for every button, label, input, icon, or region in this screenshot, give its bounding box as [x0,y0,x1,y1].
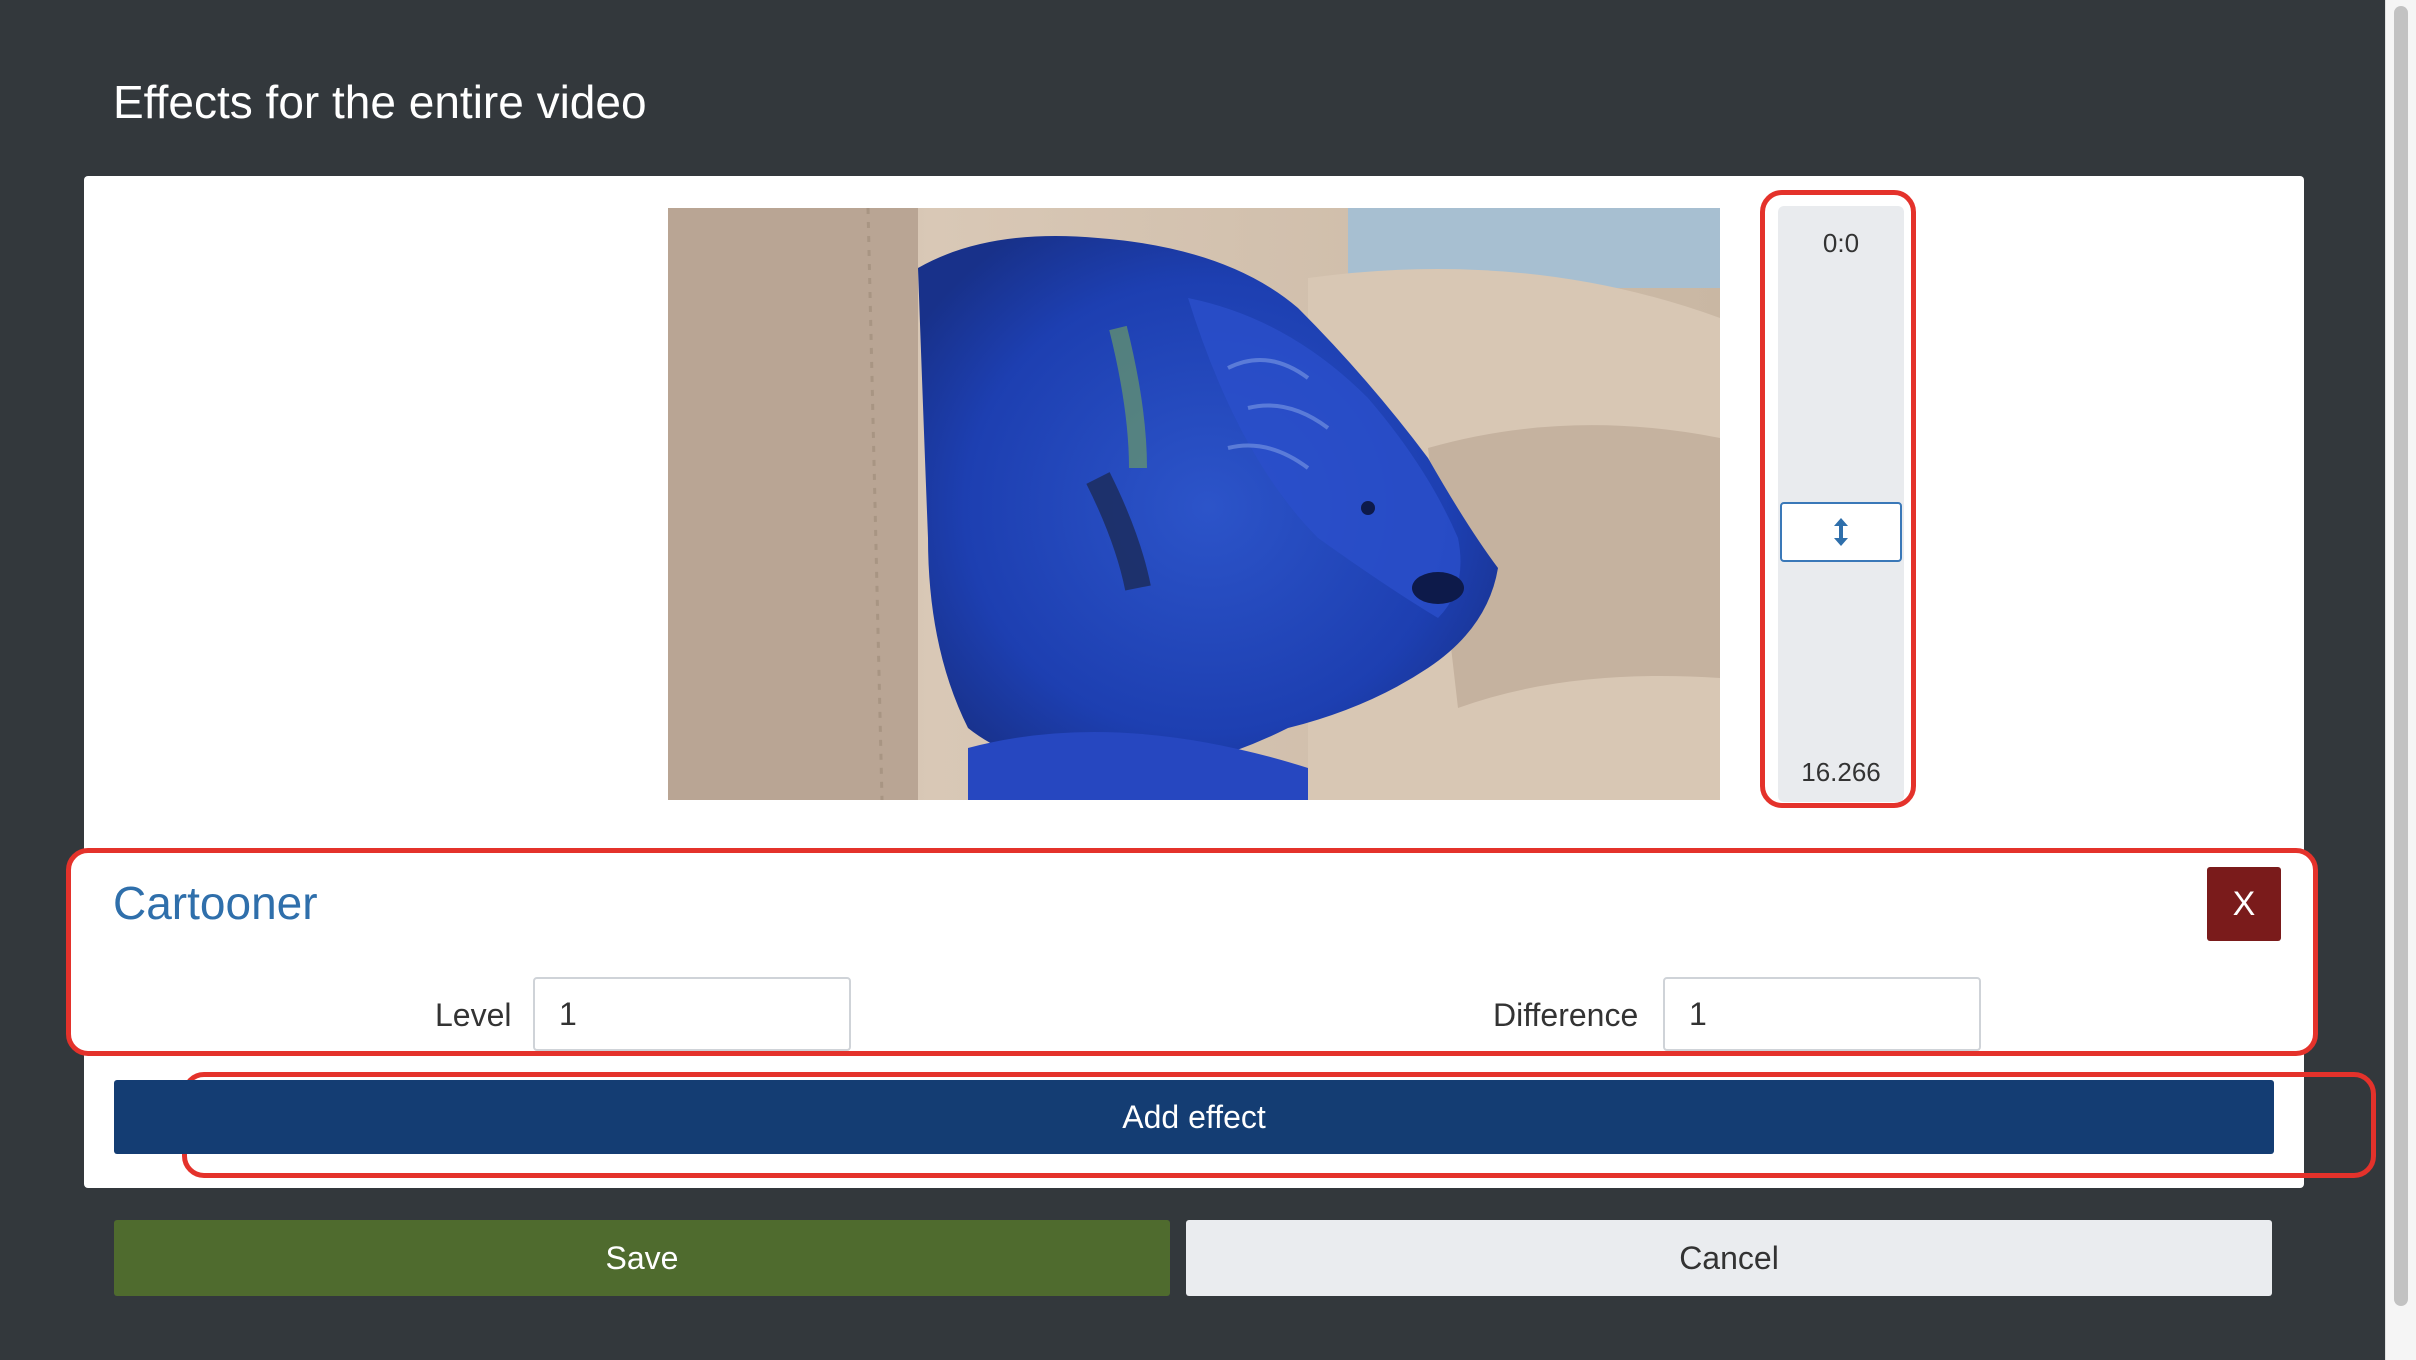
level-input[interactable] [533,977,851,1051]
add-effect-button[interactable]: Add effect [114,1080,2274,1154]
param-label-level: Level [435,997,512,1033]
page-scrollbar[interactable] [2385,0,2416,1360]
scrollbar-thumb[interactable] [2394,6,2408,1306]
timeline-slider[interactable]: 0:0 16.266 [1778,206,1904,802]
difference-input[interactable] [1663,977,1981,1051]
timeline-end-time: 16.266 [1801,757,1881,787]
cancel-button[interactable]: Cancel [1186,1220,2272,1296]
video-frame-image [668,208,1720,800]
timeline-handle[interactable] [1780,502,1902,562]
timeline-start-time: 0:0 [1822,228,1860,258]
video-preview [668,208,1720,800]
remove-effect-button[interactable]: X [2207,867,2281,941]
effect-name: Cartooner [113,877,318,929]
vertical-resize-icon [1834,518,1848,546]
page-title: Effects for the entire video [113,76,647,128]
save-button[interactable]: Save [114,1220,1170,1296]
page: Effects for the entire video 0:0 16.266 … [0,0,2416,1360]
param-label-difference: Difference [1493,997,1639,1033]
effect-card-cartooner: Cartooner X Level Difference [66,848,2318,1056]
